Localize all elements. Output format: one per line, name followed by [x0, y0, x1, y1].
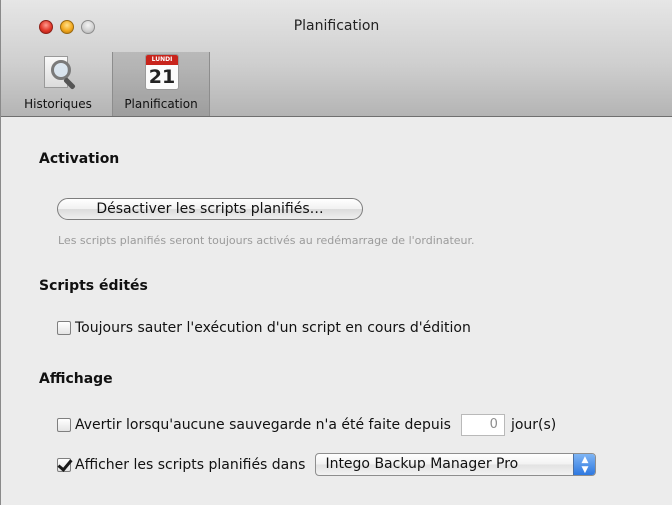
- skip-edited-scripts-label: Toujours sauter l'exécution d'un script …: [75, 320, 471, 336]
- preferences-window: Planification Historiques LUNDI SEPT 21 …: [0, 0, 672, 505]
- preferences-pane: Activation Désactiver les scripts planif…: [1, 117, 672, 505]
- days-unit-label: jour(s): [510, 417, 557, 433]
- skip-edited-scripts-checkbox[interactable]: [57, 321, 71, 335]
- warn-no-backup-label: Avertir lorsqu'aucune sauvegarde n'a été…: [75, 417, 451, 433]
- toolbar-item-planification[interactable]: LUNDI SEPT 21 Planification: [112, 52, 210, 116]
- activation-hint: Les scripts planifiés seront toujours ac…: [58, 234, 475, 247]
- show-scripts-row: Afficher les scripts planifiés dans Inte…: [57, 453, 597, 476]
- show-scripts-select-value: Intego Backup Manager Pro: [325, 456, 519, 472]
- magnifier-icon: [38, 52, 78, 92]
- show-scripts-label: Afficher les scripts planifiés dans: [75, 456, 306, 473]
- calendar-icon: LUNDI SEPT 21: [141, 52, 181, 92]
- updown-arrows-icon: ▲ ▼: [573, 454, 596, 475]
- activation-heading: Activation: [39, 151, 120, 167]
- toolbar-item-label: Historiques: [24, 97, 92, 111]
- calendar-header: LUNDI SEPT: [146, 55, 178, 73]
- days-input[interactable]: 0: [460, 414, 505, 436]
- calendar-day: 21: [148, 66, 176, 88]
- show-scripts-select[interactable]: Intego Backup Manager Pro ▲ ▼: [315, 453, 597, 476]
- scripts-edites-heading: Scripts édités: [39, 278, 148, 294]
- warn-no-backup-row: Avertir lorsqu'aucune sauvegarde n'a été…: [57, 414, 556, 436]
- window-title: Planification: [293, 18, 380, 34]
- disable-scheduled-scripts-button[interactable]: Désactiver les scripts planifiés…: [57, 198, 363, 220]
- title-bar: Planification Historiques LUNDI SEPT 21 …: [1, 0, 672, 117]
- warn-no-backup-checkbox[interactable]: [57, 418, 71, 432]
- toolbar-item-historiques[interactable]: Historiques: [11, 52, 105, 116]
- show-scripts-checkbox[interactable]: [57, 457, 71, 472]
- affichage-heading: Affichage: [39, 371, 113, 387]
- toolbar-item-label: Planification: [124, 97, 198, 111]
- skip-edited-scripts-row: Toujours sauter l'exécution d'un script …: [57, 320, 471, 336]
